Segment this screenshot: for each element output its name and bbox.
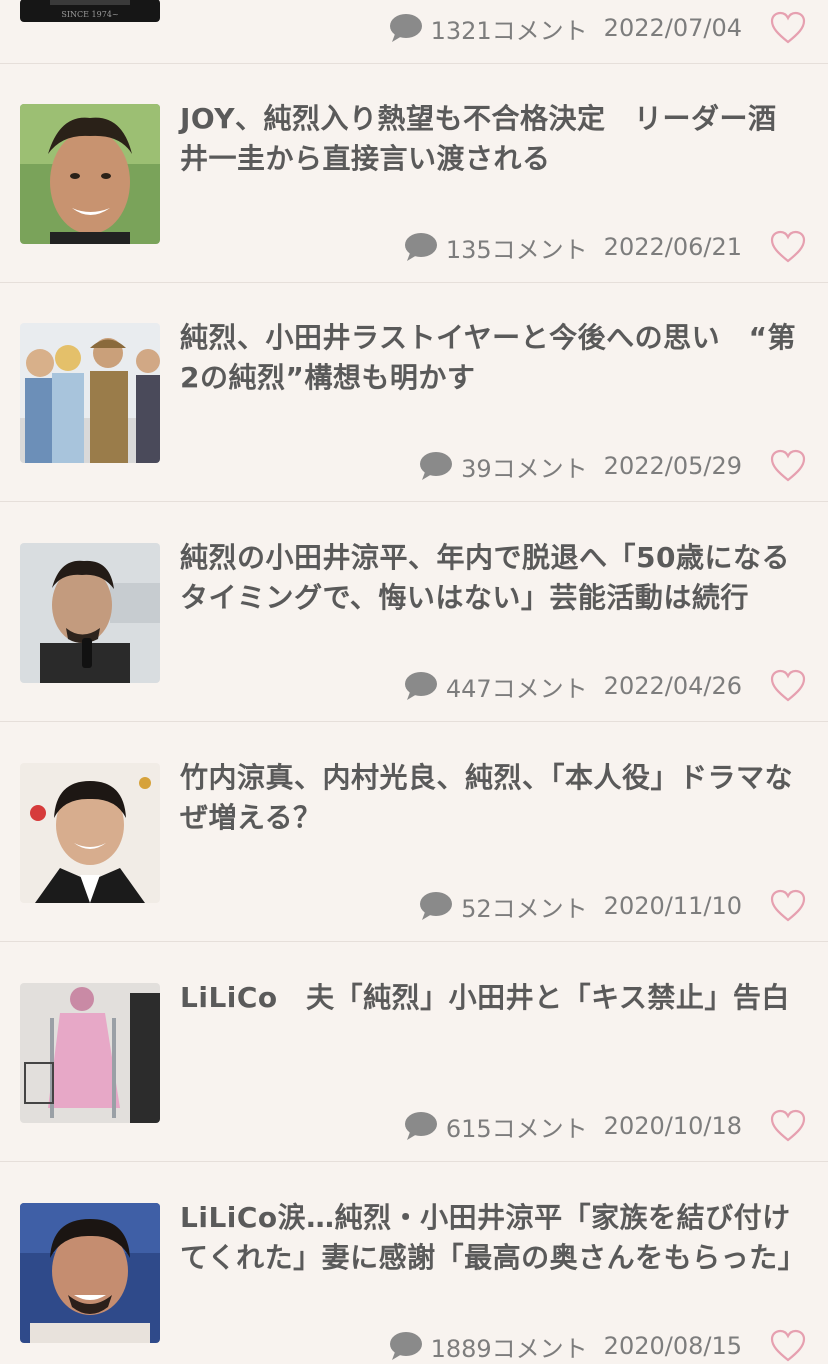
comment-count-text: 1321コメント [430, 16, 588, 45]
article-thumbnail[interactable] [20, 323, 160, 463]
list-item[interactable]: LiLiCo 夫「純烈」小田井と「キス禁止」告白 615コメント 2020/10… [0, 943, 828, 1162]
comment-count-text: 1889コメント [430, 1334, 588, 1363]
thumbnail-image [20, 1203, 160, 1343]
comment-count-text: 135コメント [445, 235, 588, 264]
article-list: SINCE 1974~ 1321コメント 2022/07/04 JOY、純烈入り… [0, 0, 828, 1364]
article-title[interactable]: 竹内涼真、内村光良、純烈、「本人役」ドラマなぜ増える？ [180, 758, 800, 838]
article-date: 2022/06/21 [603, 233, 742, 261]
comment-count[interactable]: 39コメント [419, 449, 588, 484]
list-item[interactable]: SINCE 1974~ 1321コメント 2022/07/04 [0, 0, 828, 64]
article-date: 2020/08/15 [603, 1332, 742, 1360]
favorite-button[interactable] [770, 449, 806, 483]
list-item[interactable]: 純烈、小田井ラストイヤーと今後への思い “第2の純烈”構想も明かす 39コメント… [0, 283, 828, 502]
comment-count[interactable]: 1321コメント [389, 11, 588, 46]
thumbnail-image [20, 763, 160, 903]
heart-outline-icon [770, 669, 806, 702]
comment-count-text: 39コメント [461, 454, 588, 483]
favorite-button[interactable] [770, 889, 806, 923]
thumbnail-image: SINCE 1974~ [20, 0, 160, 22]
article-meta: 615コメント 2020/10/18 [404, 1109, 742, 1144]
comment-count[interactable]: 135コメント [404, 230, 588, 265]
article-date: 2020/10/18 [603, 1112, 742, 1140]
comment-count[interactable]: 52コメント [419, 889, 588, 924]
article-date: 2022/07/04 [603, 14, 742, 42]
article-title[interactable]: JOY、純烈入り熱望も不合格決定 リーダー酒井一圭から直接言い渡される [180, 99, 800, 179]
article-title[interactable]: LiLiCo涙…純烈・小田井涼平「家族を結び付けてくれた」妻に感謝「最高の奥さん… [180, 1198, 806, 1278]
article-thumbnail[interactable] [20, 543, 160, 683]
article-meta: 1321コメント 2022/07/04 [389, 11, 742, 46]
article-meta: 135コメント 2022/06/21 [404, 230, 742, 265]
article-meta: 39コメント 2022/05/29 [419, 449, 742, 484]
speech-bubble-icon [404, 672, 437, 700]
heart-outline-icon [770, 449, 806, 482]
favorite-button[interactable] [770, 1109, 806, 1143]
article-title[interactable]: 純烈の小田井涼平、年内で脱退へ「50歳になるタイミングで、悔いはない」芸能活動は… [180, 538, 800, 618]
thumbnail-caption: SINCE 1974~ [61, 10, 118, 19]
list-item[interactable]: JOY、純烈入り熱望も不合格決定 リーダー酒井一圭から直接言い渡される 135コ… [0, 64, 828, 283]
thumbnail-image [20, 323, 160, 463]
speech-bubble-icon [404, 233, 437, 261]
article-meta: 1889コメント 2020/08/15 [389, 1329, 742, 1364]
favorite-button[interactable] [770, 669, 806, 703]
speech-bubble-icon [389, 14, 422, 42]
favorite-button[interactable] [770, 1329, 806, 1363]
article-thumbnail[interactable] [20, 763, 160, 903]
heart-outline-icon [770, 1329, 806, 1362]
comment-count[interactable]: 447コメント [404, 669, 588, 704]
comment-count-text: 447コメント [445, 674, 588, 703]
speech-bubble-icon [420, 892, 453, 920]
list-item[interactable]: LiLiCo涙…純烈・小田井涼平「家族を結び付けてくれた」妻に感謝「最高の奥さん… [0, 1163, 828, 1364]
heart-outline-icon [770, 230, 806, 263]
thumbnail-image [20, 104, 160, 244]
article-meta: 52コメント 2020/11/10 [419, 889, 742, 924]
thumbnail-image [20, 983, 160, 1123]
article-date: 2022/04/26 [603, 672, 742, 700]
list-item[interactable]: 純烈の小田井涼平、年内で脱退へ「50歳になるタイミングで、悔いはない」芸能活動は… [0, 503, 828, 722]
comment-count[interactable]: 1889コメント [389, 1329, 588, 1364]
favorite-button[interactable] [770, 11, 806, 45]
comment-count-text: 52コメント [461, 894, 588, 923]
article-date: 2020/11/10 [603, 892, 742, 920]
article-title[interactable]: LiLiCo 夫「純烈」小田井と「キス禁止」告白 [180, 978, 800, 1018]
speech-bubble-icon [389, 1332, 422, 1360]
article-thumbnail[interactable]: SINCE 1974~ [20, 0, 160, 22]
list-item[interactable]: 竹内涼真、内村光良、純烈、「本人役」ドラマなぜ増える？ 52コメント 2020/… [0, 723, 828, 942]
article-date: 2022/05/29 [603, 452, 742, 480]
heart-outline-icon [770, 1109, 806, 1142]
heart-outline-icon [770, 889, 806, 922]
comment-count[interactable]: 615コメント [404, 1109, 588, 1144]
article-meta: 447コメント 2022/04/26 [404, 669, 742, 704]
article-thumbnail[interactable] [20, 983, 160, 1123]
article-thumbnail[interactable] [20, 1203, 160, 1343]
speech-bubble-icon [404, 1112, 437, 1140]
favorite-button[interactable] [770, 230, 806, 264]
comment-count-text: 615コメント [445, 1114, 588, 1143]
heart-outline-icon [770, 11, 806, 44]
article-thumbnail[interactable] [20, 104, 160, 244]
article-title[interactable]: 純烈、小田井ラストイヤーと今後への思い “第2の純烈”構想も明かす [180, 318, 800, 398]
speech-bubble-icon [420, 452, 453, 480]
thumbnail-image [20, 543, 160, 683]
